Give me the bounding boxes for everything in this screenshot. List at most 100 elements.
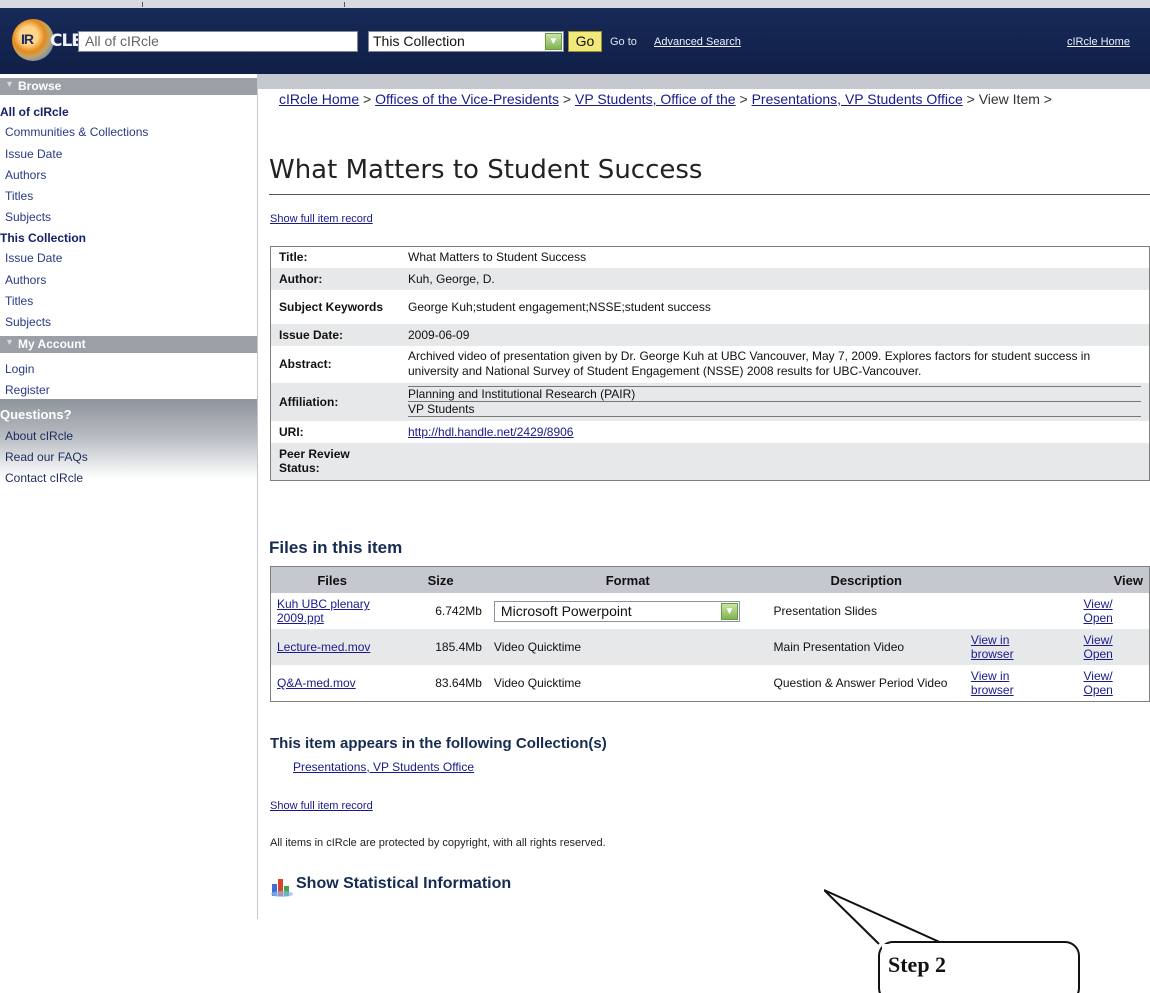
files-heading: Files in this item bbox=[269, 538, 403, 557]
file-format: Video Quicktime bbox=[493, 675, 582, 690]
col-format: Format bbox=[487, 566, 768, 593]
format-selected-value: Microsoft Powerpoint bbox=[500, 602, 632, 619]
sidebar-item-about[interactable]: About cIRcle bbox=[5, 429, 73, 443]
view-in-browser-link[interactable]: View in browser bbox=[971, 669, 1014, 697]
meta-key: Author: bbox=[279, 271, 323, 286]
breadcrumb-vp-students[interactable]: VP Students, Office of the bbox=[575, 91, 736, 107]
file-row: Q&A-med.mov 83.64Mb Video Quicktime Ques… bbox=[270, 665, 1150, 701]
uri-link[interactable]: http://hdl.handle.net/2429/8906 bbox=[408, 425, 573, 439]
file-browser-cell bbox=[965, 593, 1060, 629]
view-open-link[interactable]: View/ Open bbox=[1084, 633, 1113, 661]
strip-mark bbox=[344, 2, 345, 7]
sidebar-item-faqs[interactable]: Read our FAQs bbox=[5, 450, 88, 464]
breadcrumb-sep: > bbox=[735, 91, 752, 107]
meta-row-author: Author: Kuh, George, D. bbox=[270, 267, 1150, 290]
breadcrumb-offices[interactable]: Offices of the Vice-Presidents bbox=[375, 91, 559, 107]
breadcrumb: cIRcle Home > Offices of the Vice-Presid… bbox=[279, 91, 1149, 108]
go-button[interactable]: Go bbox=[568, 31, 602, 52]
file-description: Main Presentation Video bbox=[773, 640, 905, 654]
files-header-row: Files Size Format Description View bbox=[270, 566, 1150, 593]
file-view-cell: View/ Open bbox=[1060, 665, 1150, 701]
main-content: cIRcle Home > Offices of the Vice-Presid… bbox=[258, 74, 1150, 993]
breadcrumb-presentations[interactable]: Presentations, VP Students Office bbox=[752, 91, 963, 107]
meta-row-peer-review: Peer Review Status: bbox=[270, 442, 1150, 481]
format-select[interactable]: Microsoft Powerpoint ▼ bbox=[493, 600, 740, 622]
file-row: Lecture-med.mov 185.4Mb Video Quicktime … bbox=[270, 629, 1150, 665]
meta-row-uri: URI: http://hdl.handle.net/2429/8906 bbox=[270, 420, 1150, 443]
sidebar-item-register[interactable]: Register bbox=[5, 383, 50, 397]
file-name-link[interactable]: Q&A-med.mov bbox=[277, 676, 356, 690]
page-title: What Matters to Student Success bbox=[269, 155, 703, 185]
file-format-cell: Microsoft Powerpoint ▼ bbox=[488, 593, 768, 629]
breadcrumb-sep: > bbox=[359, 91, 376, 107]
sidebar-item-communities[interactable]: Communities & Collections bbox=[5, 125, 148, 139]
file-name-cell: Kuh UBC plenary 2009.ppt bbox=[271, 593, 394, 629]
sidebar-item-login[interactable]: Login bbox=[5, 362, 34, 376]
file-row: Kuh UBC plenary 2009.ppt 6.742Mb Microso… bbox=[270, 593, 1150, 629]
strip-mark bbox=[142, 2, 143, 7]
chevron-down-icon[interactable]: ▼ bbox=[720, 602, 738, 620]
my-account-heading[interactable]: ▼ My Account bbox=[0, 336, 257, 353]
sidebar-item-subjects[interactable]: Subjects bbox=[5, 210, 51, 224]
meta-value: Planning and Institutional Research (PAI… bbox=[400, 383, 1150, 421]
sidebar-item-contact[interactable]: Contact cIRcle bbox=[5, 471, 83, 485]
sidebar-item-coll-authors[interactable]: Authors bbox=[5, 273, 46, 287]
title-divider bbox=[269, 194, 1150, 195]
file-description: Question & Answer Period Video bbox=[773, 675, 948, 690]
file-size: 185.4Mb bbox=[435, 640, 482, 654]
search-input[interactable]: All of cIRcle bbox=[78, 31, 358, 52]
sidebar-item-authors[interactable]: Authors bbox=[5, 168, 46, 182]
sidebar-item-coll-subjects[interactable]: Subjects bbox=[5, 315, 51, 329]
breadcrumb-home[interactable]: cIRcle Home bbox=[279, 91, 359, 107]
stats-base bbox=[271, 891, 293, 897]
advanced-search-link[interactable]: Advanced Search bbox=[654, 36, 741, 48]
file-size: 6.742Mb bbox=[435, 604, 482, 618]
meta-key: Title: bbox=[279, 250, 308, 265]
show-statistics-link[interactable]: Show Statistical Information bbox=[296, 875, 511, 893]
files-table: Files Size Format Description View Kuh U… bbox=[270, 566, 1150, 702]
view-open-link[interactable]: View/ Open bbox=[1084, 669, 1113, 697]
browser-strip bbox=[0, 0, 1150, 8]
show-full-record-link[interactable]: Show full item record bbox=[270, 213, 373, 225]
statistics-chart-icon[interactable] bbox=[270, 874, 294, 898]
search-scope-select[interactable]: This Collection ▼ bbox=[368, 31, 564, 52]
meta-key: Issue Date: bbox=[279, 327, 344, 342]
chevron-down-icon[interactable]: ▼ bbox=[545, 33, 562, 50]
questions-heading: Questions? bbox=[0, 407, 72, 422]
sidebar-item-issue-date[interactable]: Issue Date bbox=[5, 147, 62, 161]
sidebar-item-titles[interactable]: Titles bbox=[5, 189, 33, 203]
col-size: Size bbox=[393, 566, 488, 593]
meta-value: What Matters to Student Success bbox=[408, 250, 587, 265]
meta-row-affiliation: Affiliation: Planning and Institutional … bbox=[270, 382, 1150, 421]
meta-key: Affiliation: bbox=[279, 394, 339, 409]
file-format: Video Quicktime bbox=[493, 640, 582, 654]
this-collection-heading: This Collection bbox=[0, 231, 87, 245]
questions-box: Questions? About cIRcle Read our FAQs Co… bbox=[0, 399, 257, 485]
file-view-cell: View/ Open bbox=[1060, 629, 1150, 665]
copyright-notice: All items in cIRcle are protected by cop… bbox=[270, 837, 606, 849]
sidebar-item-coll-titles[interactable]: Titles bbox=[5, 294, 33, 308]
file-description: Presentation Slides bbox=[773, 604, 877, 618]
meta-row-abstract: Abstract: Archived video of presentation… bbox=[270, 345, 1150, 383]
meta-row-title: Title: What Matters to Student Success bbox=[270, 246, 1150, 268]
sidebar-item-coll-issue-date[interactable]: Issue Date bbox=[5, 251, 62, 265]
collection-link[interactable]: Presentations, VP Students Office bbox=[293, 760, 474, 774]
goto-label: Go to bbox=[610, 36, 637, 48]
browse-heading[interactable]: ▼ Browse bbox=[0, 78, 257, 95]
view-in-browser-link[interactable]: View in browser bbox=[971, 633, 1014, 661]
file-name-link[interactable]: Lecture-med.mov bbox=[277, 640, 370, 654]
file-browser-cell: View in browser bbox=[965, 629, 1060, 665]
meta-value bbox=[400, 443, 1150, 481]
col-description: Description bbox=[767, 566, 965, 593]
meta-value: Archived video of presentation given by … bbox=[408, 349, 1091, 378]
circle-home-link[interactable]: cIRcle Home bbox=[1067, 36, 1130, 48]
affiliation-value: Planning and Institutional Research (PAI… bbox=[408, 386, 1141, 401]
file-view-cell: View/ Open bbox=[1060, 593, 1150, 629]
meta-key: URI: bbox=[279, 424, 304, 439]
collections-heading: This item appears in the following Colle… bbox=[270, 735, 607, 752]
show-full-record-link-bottom[interactable]: Show full item record bbox=[270, 800, 373, 812]
meta-value: 2009-06-09 bbox=[408, 327, 470, 342]
file-name-link[interactable]: Kuh UBC plenary 2009.ppt bbox=[277, 597, 370, 625]
item-metadata-table: Title: What Matters to Student Success A… bbox=[270, 246, 1150, 481]
view-open-link[interactable]: View/ Open bbox=[1084, 597, 1113, 625]
